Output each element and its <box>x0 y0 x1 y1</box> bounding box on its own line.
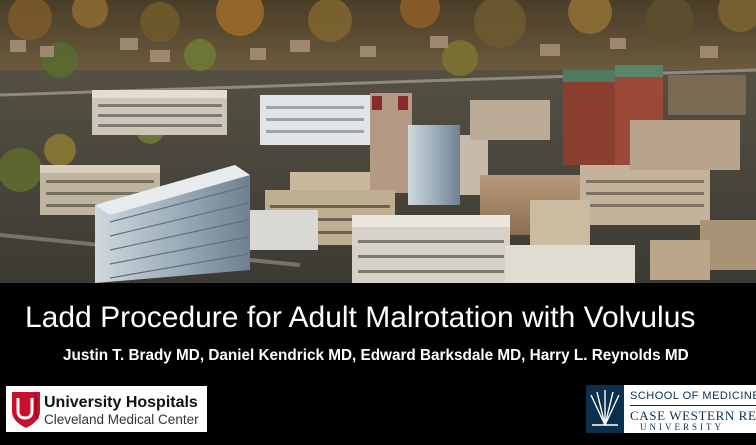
cwru-university-label: UNIVERSITY <box>640 422 724 432</box>
author-list: Justin T. Brady MD, Daniel Kendrick MD, … <box>63 347 689 364</box>
cwru-divider <box>630 405 756 406</box>
uh-shield-icon <box>12 392 40 428</box>
uh-subtitle: Cleveland Medical Center <box>44 412 199 427</box>
university-hospitals-logo: University Hospitals Cleveland Medical C… <box>6 386 207 432</box>
hospital-campus-aerial-photo <box>0 0 756 283</box>
presentation-title: Ladd Procedure for Adult Malrotation wit… <box>25 301 696 334</box>
cwru-school-label: SCHOOL OF MEDICINE <box>630 390 756 402</box>
cwru-seal-icon <box>586 385 624 433</box>
cwru-school-of-medicine-logo: SCHOOL OF MEDICINE CASE WESTERN RESERVE … <box>586 385 756 433</box>
uh-name: University Hospitals <box>44 394 198 411</box>
title-slide: Ladd Procedure for Adult Malrotation wit… <box>0 0 756 445</box>
